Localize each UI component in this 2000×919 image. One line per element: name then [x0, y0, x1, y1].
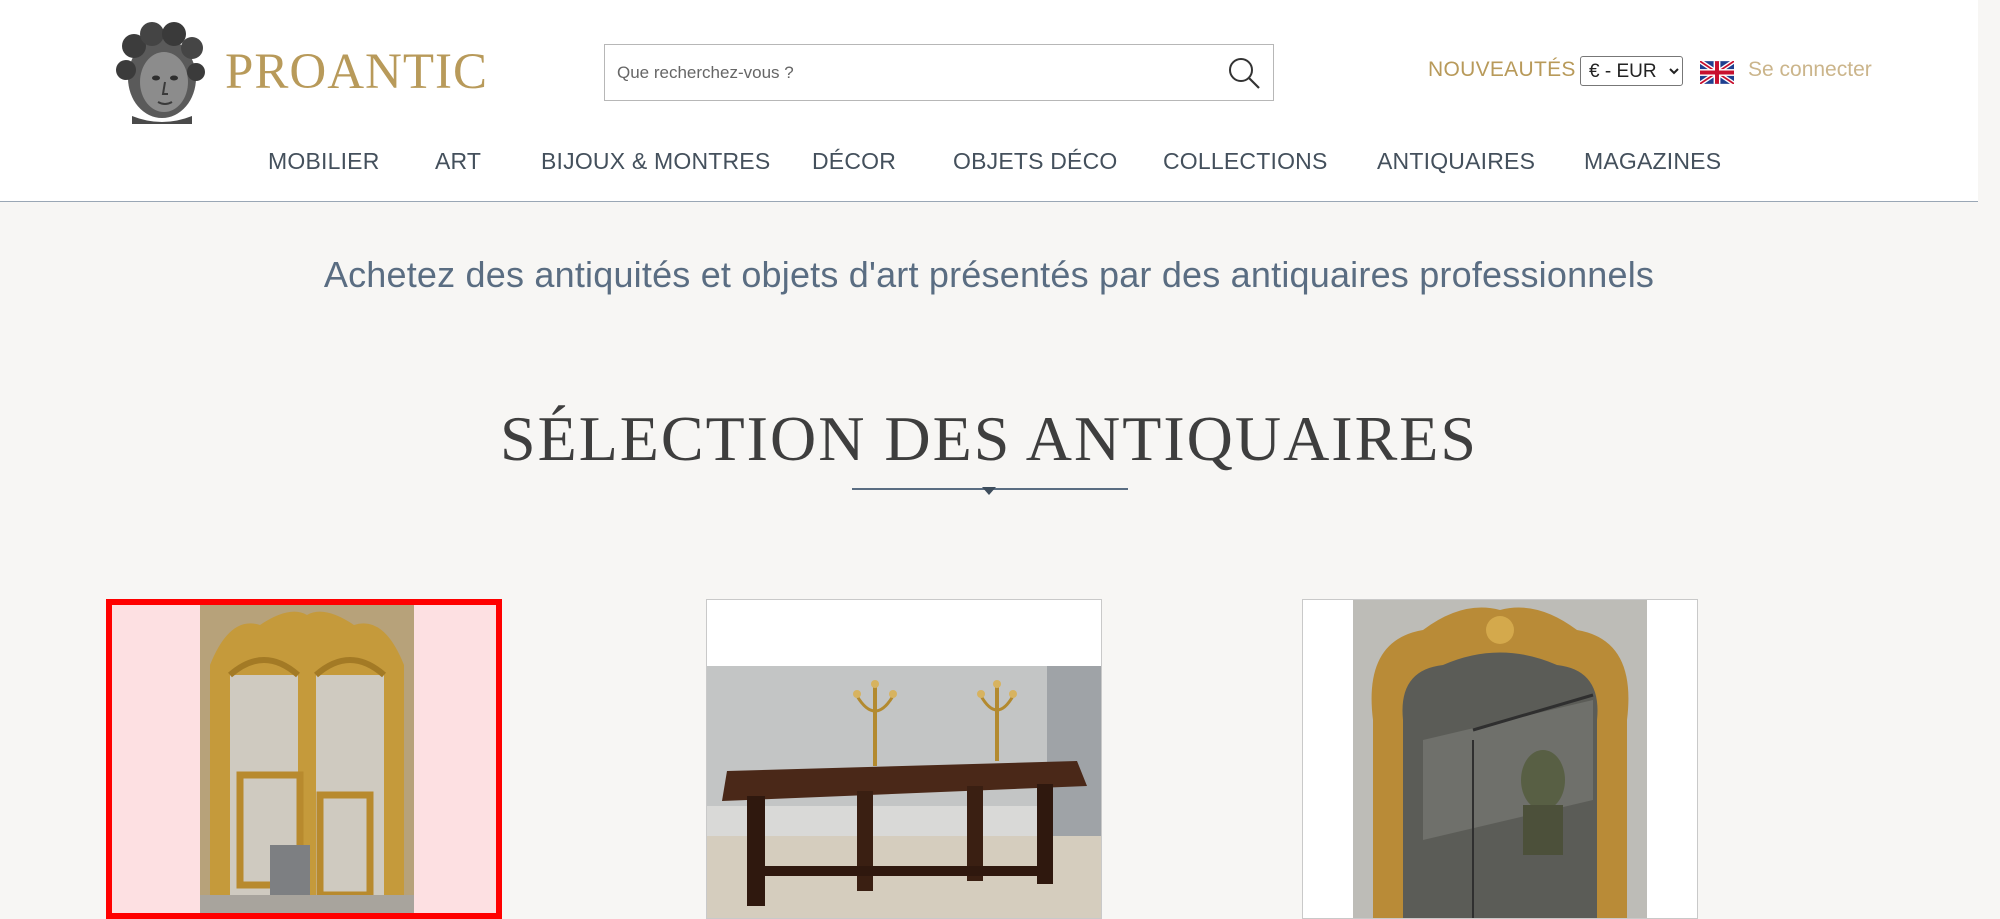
uk-flag-icon[interactable]: [1700, 61, 1734, 84]
search-box: [604, 44, 1274, 101]
nav-item-antiquaires[interactable]: ANTIQUAIRES: [1377, 148, 1535, 175]
title-divider-ornament: [982, 487, 996, 495]
section-title: SÉLECTION DES ANTIQUAIRES: [500, 403, 1478, 474]
site-header: PROANTIC NOUVEAUTÉS € - EUR Se connecter…: [0, 0, 1978, 202]
search-icon[interactable]: [1227, 56, 1261, 90]
product-image: [200, 605, 414, 913]
bust-logo-icon[interactable]: [112, 20, 208, 124]
product-card-ornate-mirror[interactable]: [1302, 599, 1698, 919]
search-input[interactable]: [615, 53, 1209, 93]
product-card-table[interactable]: [706, 599, 1102, 919]
tagline: Achetez des antiquités et objets d'art p…: [323, 254, 1655, 295]
logo-text[interactable]: PROANTIC: [225, 42, 488, 102]
nav-item-art[interactable]: ART: [435, 148, 481, 175]
product-card-mirrors[interactable]: [106, 599, 502, 919]
nouveautes-link[interactable]: NOUVEAUTÉS: [1428, 58, 1576, 82]
main-nav: MOBILIER ART BIJOUX & MONTRES DÉCOR OBJE…: [0, 148, 1978, 178]
nav-item-decor[interactable]: DÉCOR: [812, 148, 896, 175]
nav-item-mobilier[interactable]: MOBILIER: [268, 148, 380, 175]
nav-item-magazines[interactable]: MAGAZINES: [1584, 148, 1721, 175]
login-link[interactable]: Se connecter: [1748, 58, 1872, 82]
product-image: [707, 666, 1101, 918]
nav-item-bijoux-montres[interactable]: BIJOUX & MONTRES: [541, 148, 770, 175]
product-image: [1353, 600, 1647, 918]
nav-item-objets-deco[interactable]: OBJETS DÉCO: [953, 148, 1118, 175]
currency-select[interactable]: € - EUR: [1580, 56, 1683, 86]
nav-item-collections[interactable]: COLLECTIONS: [1163, 148, 1328, 175]
